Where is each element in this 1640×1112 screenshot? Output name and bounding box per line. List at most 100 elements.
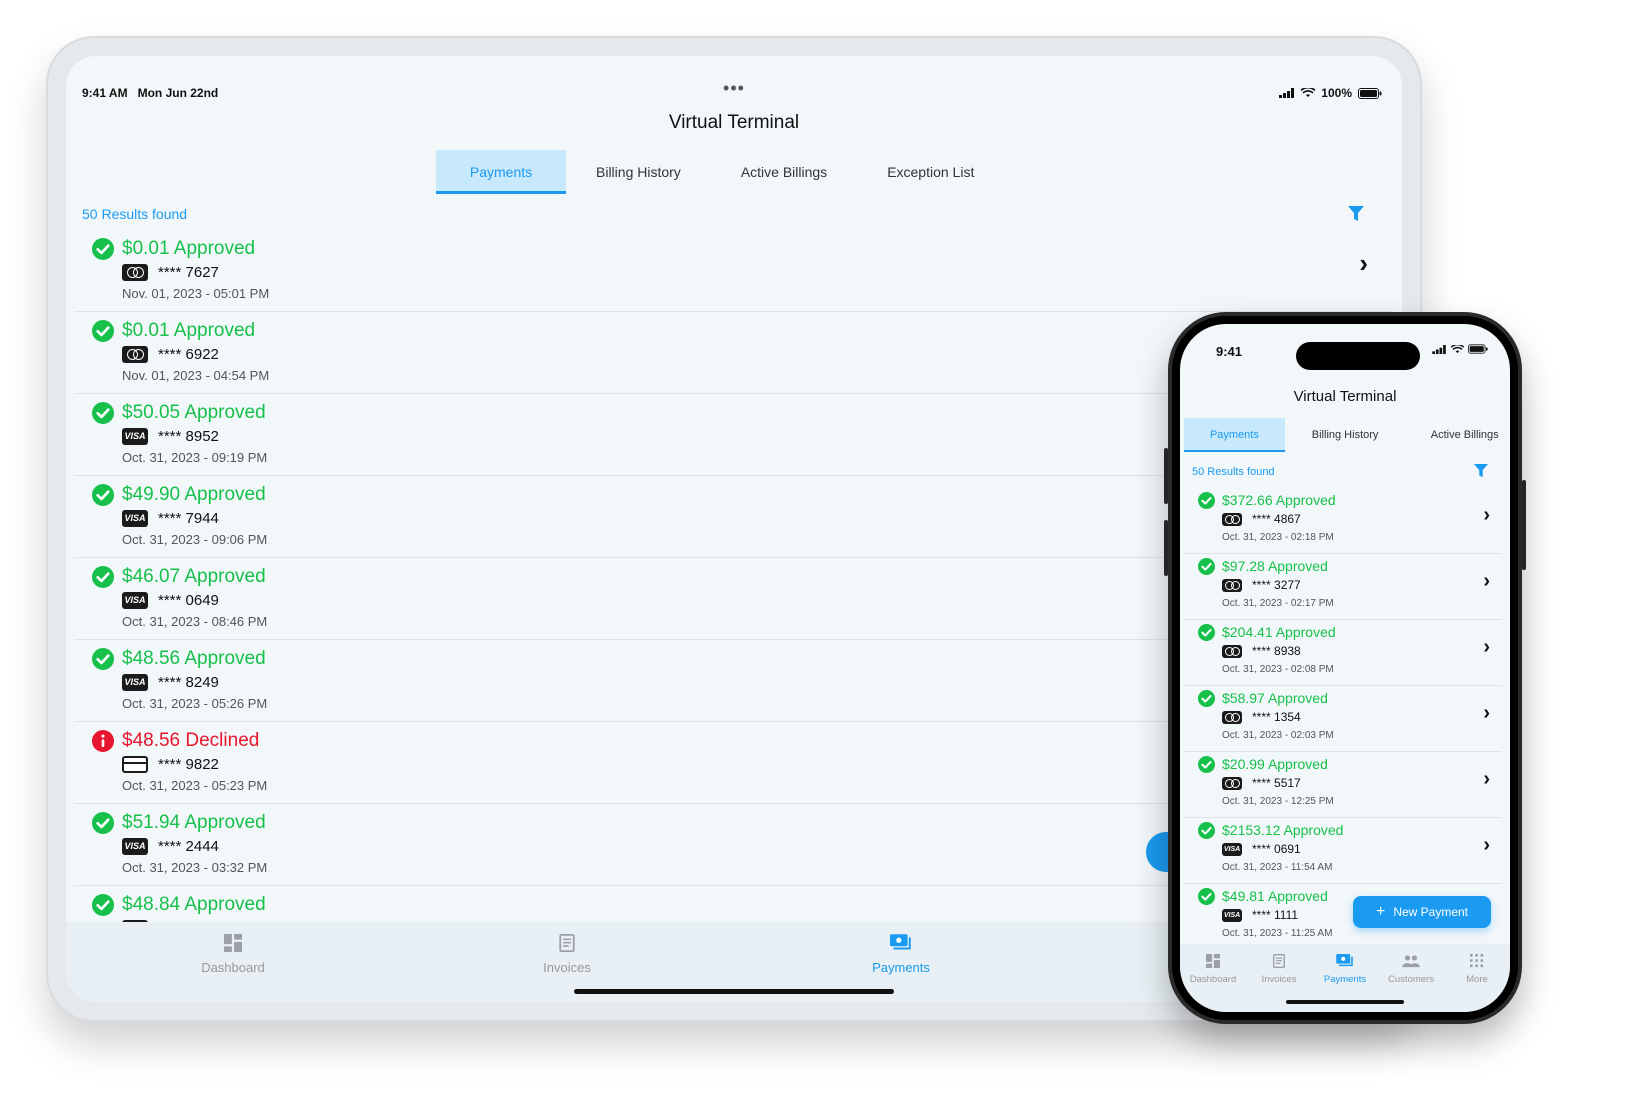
card-masked-number: **** 4867	[1252, 512, 1301, 526]
card-info: **** 4867	[1222, 512, 1301, 526]
battery-icon	[1358, 87, 1382, 99]
card-masked-number: **** 0649	[158, 592, 219, 609]
payment-date: Oct. 31, 2023 - 02:18 PM	[1222, 532, 1334, 543]
card-masked-number: **** 7627	[158, 264, 219, 281]
approved-check-icon	[1198, 690, 1215, 707]
payments-icon	[890, 934, 911, 950]
payment-amount-status: $49.81 Approved	[1222, 888, 1328, 904]
approved-check-icon	[92, 238, 114, 260]
chevron-right-icon[interactable]: ›	[1483, 768, 1490, 791]
tabbar-item-dashboard[interactable]: Dashboard	[66, 922, 400, 1002]
tabbar-label: Customers	[1388, 974, 1434, 985]
card-masked-number: **** 9822	[158, 756, 219, 773]
tabbar-label: More	[1466, 974, 1488, 985]
chevron-right-icon[interactable]: ›	[1483, 702, 1490, 725]
chevron-right-icon[interactable]: ›	[1483, 636, 1490, 659]
results-count: 50 Results found	[82, 206, 188, 222]
payment-date: Oct. 31, 2023 - 05:23 PM	[122, 778, 268, 793]
signal-icon	[1432, 344, 1446, 354]
payment-amount-status: $204.41 Approved	[1222, 624, 1336, 640]
iphone-device: 9:41 Virtual Terminal Payments Billing H…	[1168, 312, 1522, 1024]
payment-date: Oct. 31, 2023 - 11:25 AM	[1222, 928, 1333, 938]
approved-check-icon	[1198, 624, 1215, 641]
tab-payments[interactable]: Payments	[436, 150, 566, 194]
payment-amount-status: $2153.12 Approved	[1222, 822, 1344, 838]
tabbar-label: Dashboard	[1189, 974, 1237, 985]
results-count: 50 Results found	[1192, 466, 1275, 478]
payment-row[interactable]: $2153.12 Approved VISA **** 0691 Oct. 31, 2…	[1184, 818, 1502, 884]
card-info: **** 6922	[122, 346, 219, 363]
tab-exception-list[interactable]: Exception List	[857, 150, 1004, 194]
payment-amount-status: $58.97 Approved	[1222, 690, 1328, 706]
filter-icon[interactable]	[1348, 206, 1364, 222]
visa-card-icon: VISA	[122, 428, 148, 445]
payment-amount-status: $48.56 Declined	[122, 730, 260, 751]
payment-row[interactable]: $0.01 Approved **** 7627 Nov. 01, 2023 - 0…	[74, 230, 1392, 312]
payment-date: Oct. 31, 2023 - 02:03 PM	[1222, 730, 1334, 741]
multitask-dots-icon[interactable]: •••	[723, 78, 745, 99]
approved-check-icon	[1198, 756, 1215, 773]
iphone-screen: 9:41 Virtual Terminal Payments Billing H…	[1180, 324, 1510, 1012]
iphone-status-time: 9:41	[1216, 344, 1243, 359]
ipad-status-time: 9:41 AM Mon Jun 22nd	[82, 86, 218, 100]
tabbar-item-more[interactable]: More	[1444, 944, 1510, 1012]
dashboard-icon	[224, 934, 242, 952]
payment-amount-status: $46.07 Approved	[122, 566, 266, 587]
card-info: VISA **** 7944	[122, 510, 219, 527]
tab-payments[interactable]: Payments	[1184, 418, 1285, 452]
approved-check-icon	[1198, 888, 1215, 905]
card-info: VISA **** 1111	[1222, 908, 1298, 922]
chevron-right-icon[interactable]: ›	[1483, 834, 1490, 857]
payment-row[interactable]: $204.41 Approved **** 8938 Oct. 31, 2023 -…	[1184, 620, 1502, 686]
payment-amount-status: $97.28 Approved	[1222, 558, 1328, 574]
payment-date: Nov. 01, 2023 - 05:01 PM	[122, 286, 270, 301]
credit-card-icon	[122, 756, 148, 773]
payment-row[interactable]: $97.28 Approved **** 3277 Oct. 31, 2023 - …	[1184, 554, 1502, 620]
payment-amount-status: $0.01 Approved	[122, 320, 256, 341]
card-masked-number: **** 0691	[1252, 842, 1301, 856]
tabbar-item-dashboard[interactable]: Dashboard	[1180, 944, 1246, 1012]
ipad-tabs: Payments Billing History Active Billings…	[436, 150, 1004, 194]
payment-amount-status: $48.84 Approved	[122, 894, 266, 915]
payment-row[interactable]: $20.99 Approved **** 5517 Oct. 31, 2023 - …	[1184, 752, 1502, 818]
payment-date: Oct. 31, 2023 - 02:17 PM	[1222, 598, 1334, 609]
chevron-right-icon[interactable]: ›	[1483, 570, 1490, 593]
approved-check-icon	[92, 320, 114, 342]
marketing-stage: 9:41 AM Mon Jun 22nd ••• 100% Virtual Te…	[0, 0, 1640, 1112]
page-title: Virtual Terminal	[668, 112, 800, 133]
dashboard-icon	[1206, 954, 1220, 968]
payment-row[interactable]: $58.97 Approved **** 1354 Oct. 31, 2023 - …	[1184, 686, 1502, 752]
tab-billing-history[interactable]: Billing History	[566, 150, 711, 194]
card-info: VISA **** 0649	[122, 592, 219, 609]
iphone-tabs: Payments Billing History Active Billings	[1184, 418, 1510, 452]
payment-amount-status: $48.56 Approved	[122, 648, 266, 669]
approved-check-icon	[1198, 558, 1215, 575]
home-indicator	[1286, 1000, 1404, 1004]
card-info: VISA **** 0691	[1222, 842, 1301, 856]
payment-amount-status: $372.66 Approved	[1222, 492, 1336, 508]
status-date: Mon Jun 22nd	[137, 86, 219, 100]
new-payment-button[interactable]: + New Payment	[1353, 896, 1491, 928]
payment-date: Oct. 31, 2023 - 03:32 PM	[122, 860, 268, 875]
mastercard-icon	[122, 346, 148, 363]
chevron-right-icon[interactable]: ›	[1483, 504, 1490, 527]
invoice-icon	[559, 934, 575, 952]
plus-icon: +	[1375, 903, 1386, 920]
payment-date: Oct. 31, 2023 - 11:54 AM	[1222, 862, 1333, 873]
payment-amount-status: $20.99 Approved	[1222, 756, 1328, 772]
visa-card-icon: VISA	[122, 510, 148, 527]
ipad-status-indicators: 100%	[1279, 86, 1382, 100]
filter-icon[interactable]	[1474, 464, 1488, 478]
payment-row[interactable]: $372.66 Approved **** 4867 Oct. 31, 2023 -…	[1184, 488, 1502, 554]
tab-active-billings[interactable]: Active Billings	[1405, 418, 1510, 452]
tab-billing-history[interactable]: Billing History	[1285, 418, 1406, 452]
chevron-right-icon[interactable]: ›	[1359, 248, 1368, 279]
card-info: **** 9822	[122, 756, 219, 773]
payment-date: Oct. 31, 2023 - 09:06 PM	[122, 532, 268, 547]
payment-amount-status: $0.01 Approved	[122, 238, 256, 259]
tab-active-billings[interactable]: Active Billings	[711, 150, 857, 194]
approved-check-icon	[1198, 822, 1215, 839]
iphone-power-button	[1522, 480, 1526, 570]
card-info: VISA **** 8249	[122, 674, 219, 691]
card-masked-number: **** 6922	[158, 346, 219, 363]
